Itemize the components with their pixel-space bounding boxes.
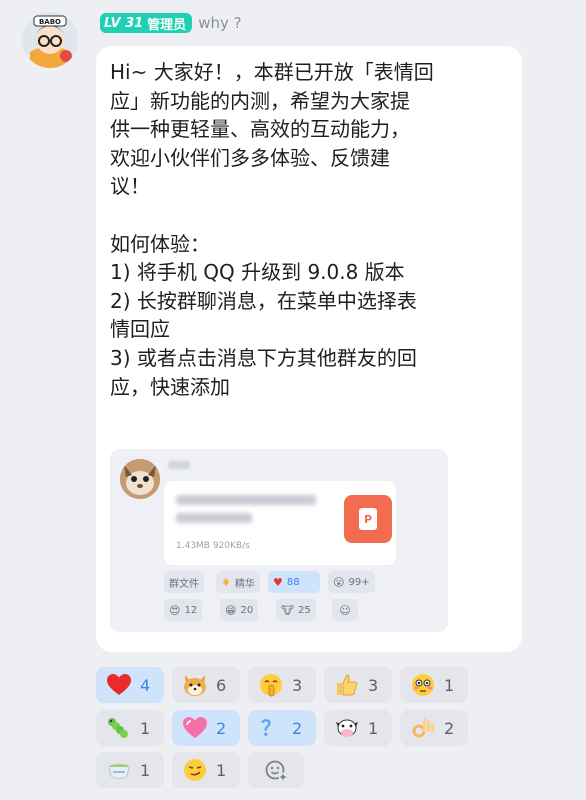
add-reaction-button[interactable] xyxy=(248,752,304,788)
reaction-chip-tea[interactable]: 1 xyxy=(96,752,164,788)
preview-chip-label: 20 xyxy=(240,604,254,616)
reaction-count: 3 xyxy=(368,675,379,695)
caterpillar-icon xyxy=(106,715,132,741)
surprised-face-icon: 😮 xyxy=(333,575,345,589)
reaction-chip-question[interactable]: ？ 2 xyxy=(248,710,316,746)
question-mark-icon: ？ xyxy=(261,716,281,740)
reaction-chip-shiba[interactable]: 6 xyxy=(172,667,240,703)
reaction-count: 2 xyxy=(292,718,303,738)
file-type-letter: P xyxy=(359,508,377,530)
reaction-count: 6 xyxy=(216,675,227,695)
heart-icon: ♥ xyxy=(273,575,283,589)
add-reaction-icon xyxy=(265,760,288,782)
message-header: LV 31 管理员 why ? xyxy=(100,12,242,34)
preview-file-meta: 1.43MB 920KB/s xyxy=(176,541,250,551)
preview-chip-heart-eyes: 😍 12 xyxy=(164,599,203,621)
reaction-chip-pink-heart[interactable]: 2 xyxy=(172,710,240,746)
role-label: 管理员 xyxy=(147,17,187,33)
blurred-filename-line xyxy=(176,513,252,523)
level-badge[interactable]: LV 31 管理员 xyxy=(100,13,193,33)
reaction-chip-thumbs-up[interactable]: 3 xyxy=(324,667,392,703)
reaction-count: 2 xyxy=(444,718,455,738)
cat-avatar-icon xyxy=(120,459,160,499)
thumbs-up-icon xyxy=(334,672,360,698)
preview-chip-heart: ♥ 88 xyxy=(268,571,320,593)
preview-file-card: 1.43MB 920KB/s P xyxy=(164,481,396,565)
blurred-filename-line xyxy=(176,495,316,505)
preview-chip-grin: 😁 20 xyxy=(220,599,259,621)
add-reaction-icon: ☺ xyxy=(339,603,351,617)
shiba-dog-icon xyxy=(182,672,208,698)
preview-chip-label: 群文件 xyxy=(169,578,199,590)
preview-chip-label: 12 xyxy=(184,604,198,616)
cartoon-avatar-icon: BABO xyxy=(22,12,78,68)
reaction-chip-shushing[interactable]: 3 xyxy=(248,667,316,703)
reaction-chip-cow[interactable]: 1 xyxy=(324,710,392,746)
tea-cup-icon xyxy=(106,757,132,783)
shushing-face-icon xyxy=(258,672,284,698)
pink-heart-icon xyxy=(182,715,208,741)
preview-chip-add: ☺ xyxy=(332,599,358,621)
reaction-chip-flushed[interactable]: 1 xyxy=(400,667,468,703)
reaction-count: 1 xyxy=(216,760,227,780)
preview-chip-label: 99+ xyxy=(348,576,370,588)
reaction-count: 1 xyxy=(140,760,151,780)
heart-eyes-face-icon: 😍 xyxy=(169,603,181,617)
preview-avatar xyxy=(120,459,160,499)
ok-hand-icon xyxy=(410,715,436,741)
cow-face-icon xyxy=(334,715,360,741)
preview-chip-surprised: 😮 99+ xyxy=(328,571,375,593)
reaction-count: 2 xyxy=(216,718,227,738)
essence-icon: ♦ xyxy=(221,575,231,589)
embedded-screenshot[interactable]: 1.43MB 920KB/s P 群文件 ♦ 精华 ♥ 88 😮 99+ 😍 1… xyxy=(110,449,448,632)
avatar-text: BABO xyxy=(39,18,61,26)
sender-name[interactable]: why ? xyxy=(198,14,241,32)
red-heart-icon xyxy=(106,672,132,698)
preview-chip-label: 精华 xyxy=(234,578,255,590)
flushed-face-icon xyxy=(410,672,436,698)
reaction-count: 1 xyxy=(140,718,151,738)
ppt-file-icon: P xyxy=(344,495,392,543)
preview-chip-label: 25 xyxy=(298,604,311,616)
reaction-count: 3 xyxy=(292,675,303,695)
reaction-count: 4 xyxy=(140,675,151,695)
preview-username-blur xyxy=(168,461,190,469)
reaction-count: 1 xyxy=(444,675,455,695)
grin-face-icon: 😁 xyxy=(225,603,237,617)
message-text: Hi~ 大家好！，本群已开放「表情回 应」新功能的内测，希望为大家提 供一种更轻… xyxy=(110,60,434,399)
reaction-chip-smirk[interactable]: 1 xyxy=(172,752,240,788)
reaction-chip-red-heart[interactable]: 4 xyxy=(96,667,164,703)
level-label: LV 31 xyxy=(104,15,144,31)
preview-chip-cow: 🐮 25 xyxy=(276,599,316,621)
reaction-count: 1 xyxy=(368,718,379,738)
sender-avatar[interactable]: BABO xyxy=(22,12,78,68)
message-bubble[interactable]: Hi~ 大家好！，本群已开放「表情回 应」新功能的内测，希望为大家提 供一种更轻… xyxy=(96,46,522,652)
reaction-chip-ok-hand[interactable]: 2 xyxy=(400,710,468,746)
preview-chip-group-files: 群文件 xyxy=(164,571,204,593)
preview-chip-label: 88 xyxy=(286,576,300,588)
cow-face-icon: 🐮 xyxy=(281,603,295,617)
reaction-chip-caterpillar[interactable]: 1 xyxy=(96,710,164,746)
preview-chip-essence: ♦ 精华 xyxy=(216,571,260,593)
smirk-face-icon xyxy=(182,757,208,783)
